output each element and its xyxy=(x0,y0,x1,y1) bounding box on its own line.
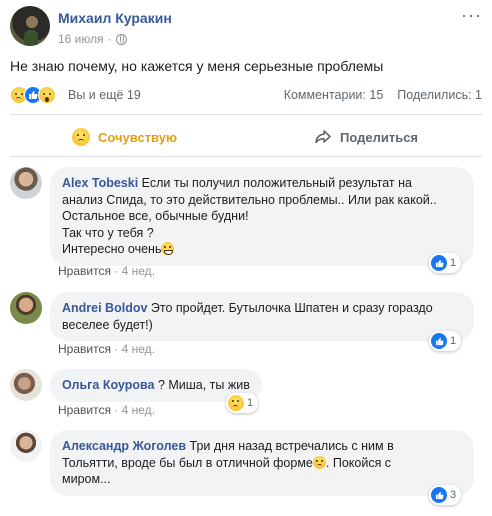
comment-reaction-badge[interactable]: 1 xyxy=(429,331,462,351)
sad-icon xyxy=(228,395,244,411)
comment-time[interactable]: 4 нед. xyxy=(122,403,155,417)
comments-count[interactable]: Комментарии: 15 xyxy=(284,88,384,102)
post-stats: Комментарии: 15 Поделились: 1 xyxy=(284,88,482,102)
comment-text-line: ? Миша, ты жив xyxy=(157,378,250,392)
commenter-avatar[interactable] xyxy=(10,430,42,462)
comment-text-line: Так что у тебя ? xyxy=(62,225,154,240)
like-icon xyxy=(431,255,447,271)
post-header: Михаил Куракин 16 июля · ··· xyxy=(10,6,482,50)
comment-text-line: Интересно очень xyxy=(62,242,162,256)
post-text: Не знаю почему, но кажется у меня серьез… xyxy=(10,58,384,74)
comment-text-line: Это пройдет. Бутылочка Шпатен и сразу го… xyxy=(150,301,433,315)
comment-text-line: Три дня назад встречались с ним в xyxy=(189,439,394,453)
comment-bubble: Andrei Boldov Это пройдет. Бутылочка Шпа… xyxy=(50,292,474,341)
share-icon xyxy=(315,130,331,144)
sympathize-button[interactable]: Сочувствую xyxy=(72,120,177,154)
wow-reaction-icon xyxy=(38,86,56,104)
commenter-name[interactable]: Александр Жоголев xyxy=(62,439,186,453)
comment-reaction-badge[interactable]: 1 xyxy=(226,393,259,413)
post-date[interactable]: 16 июля xyxy=(58,32,104,46)
share-button[interactable]: Поделиться xyxy=(314,120,418,154)
globe-icon[interactable] xyxy=(115,33,127,45)
comment-text-line: Тольятти, вроде бы был в отличной форме xyxy=(62,455,313,470)
comment-actions: Нравится · 4 нед. xyxy=(58,264,156,278)
sad-emoji-icon xyxy=(312,455,326,469)
commenter-name[interactable]: Ольга Коурова xyxy=(62,378,154,392)
comment-actions: Нравится · 4 нед. xyxy=(58,403,156,417)
comment-actions: Нравится · 4 нед. xyxy=(58,342,156,356)
commenter-avatar[interactable] xyxy=(10,167,42,199)
post-action-bar: Сочувствую Поделиться xyxy=(10,120,482,154)
comment-text-line: миром... xyxy=(62,472,111,486)
commenter-name[interactable]: Andrei Boldov xyxy=(62,301,147,315)
comment-bubble: Александр Жоголев Три дня назад встречал… xyxy=(50,430,474,496)
reaction-count: 1 xyxy=(450,335,457,347)
comment-like-link[interactable]: Нравится xyxy=(58,342,111,356)
divider xyxy=(10,114,482,115)
commenter-avatar[interactable] xyxy=(10,369,42,401)
grinning-emoji-icon xyxy=(161,242,175,255)
sad-icon xyxy=(72,128,90,146)
ellipsis-icon[interactable]: ··· xyxy=(461,6,482,24)
shares-count[interactable]: Поделились: 1 xyxy=(397,88,482,102)
comment-reaction-badge[interactable]: 3 xyxy=(429,485,462,505)
reactions-summary-bar: Вы и ещё 19 Комментарии: 15 Поделились: … xyxy=(10,86,482,106)
commenter-name[interactable]: Alex Tobeski xyxy=(62,176,138,190)
comment-like-link[interactable]: Нравится xyxy=(58,403,111,417)
author-avatar[interactable] xyxy=(10,6,50,46)
comment-text-line: . Покойся с xyxy=(325,455,392,470)
comment-text-line: веселее будет!) xyxy=(62,317,153,332)
divider xyxy=(10,156,482,157)
comment-like-link[interactable]: Нравится xyxy=(58,264,111,278)
post-meta: 16 июля · xyxy=(58,32,127,46)
comment-text-line: Если ты получил положительный результат … xyxy=(141,176,412,190)
comment-reaction-badge[interactable]: 1 xyxy=(429,253,462,273)
comment-bubble: Alex Tobeski Если ты получил положительн… xyxy=(50,167,474,266)
reaction-count: 3 xyxy=(450,489,457,501)
post-author-name[interactable]: Михаил Куракин xyxy=(58,10,172,26)
comment-time[interactable]: 4 нед. xyxy=(122,264,155,278)
comment-time[interactable]: 4 нед. xyxy=(122,342,155,356)
reaction-count[interactable]: Вы и ещё 19 xyxy=(68,88,141,102)
reaction-count: 1 xyxy=(247,397,254,409)
reaction-count: 1 xyxy=(450,257,457,269)
comment-text-line: Остальное все, обычные будни! xyxy=(62,209,249,223)
comment-text-line: анализ Спида, то это действительно пробл… xyxy=(62,192,437,207)
like-icon xyxy=(431,333,447,349)
sympathize-label: Сочувствую xyxy=(98,129,178,145)
like-icon xyxy=(431,487,447,503)
commenter-avatar[interactable] xyxy=(10,292,42,324)
reaction-icons[interactable] xyxy=(10,86,56,104)
share-label: Поделиться xyxy=(340,129,419,145)
